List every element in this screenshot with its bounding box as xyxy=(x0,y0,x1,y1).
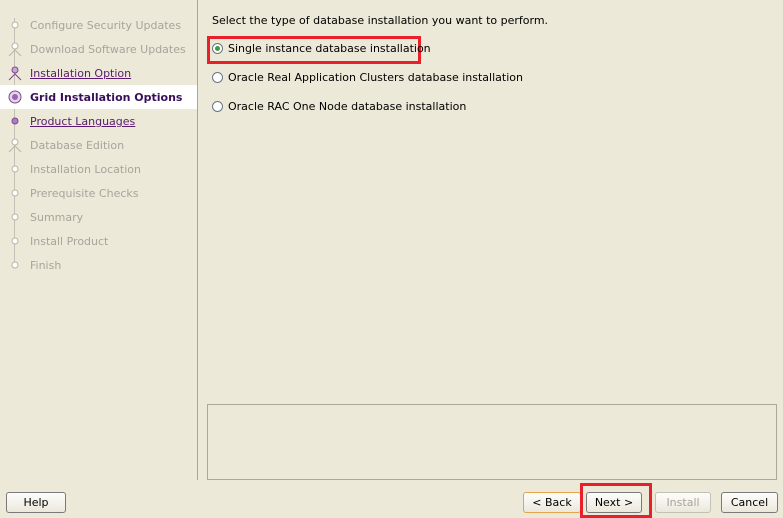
step-label: Configure Security Updates xyxy=(30,19,182,32)
option-label[interactable]: Oracle RAC One Node database installatio… xyxy=(228,100,466,113)
cancel-button[interactable]: Cancel xyxy=(721,492,778,513)
step-person-icon xyxy=(8,42,22,57)
step-installation-option[interactable]: Installation Option xyxy=(0,61,197,85)
radio-button[interactable] xyxy=(212,72,223,83)
radio-button[interactable] xyxy=(212,101,223,112)
help-button[interactable]: Help xyxy=(6,492,66,513)
step-label[interactable]: Installation Option xyxy=(30,67,131,80)
step-summary: Summary xyxy=(0,205,197,229)
option-label[interactable]: Single instance database installation xyxy=(228,42,431,55)
option-single-instance[interactable]: Single instance database installation xyxy=(212,41,431,59)
step-label: Prerequisite Checks xyxy=(30,187,139,200)
step-dot-icon xyxy=(11,213,19,221)
step-database-edition: Database Edition xyxy=(0,133,197,157)
step-grid-installation-options: Grid Installation Options xyxy=(0,85,197,109)
step-label: Grid Installation Options xyxy=(30,91,183,104)
back-button[interactable]: < Back xyxy=(523,492,581,513)
step-prerequisite-checks: Prerequisite Checks xyxy=(0,181,197,205)
next-button[interactable]: Next > xyxy=(586,492,642,513)
step-label: Finish xyxy=(30,259,62,272)
step-configure-security-updates: Configure Security Updates xyxy=(0,13,197,37)
option-rac[interactable]: Oracle Real Application Clusters databas… xyxy=(212,70,523,88)
install-button: Install xyxy=(655,492,711,513)
step-dot-icon xyxy=(11,261,19,269)
step-dot-icon xyxy=(11,21,19,29)
step-dot-icon xyxy=(11,189,19,197)
step-install-product: Install Product xyxy=(0,229,197,253)
step-download-software-updates: Download Software Updates xyxy=(0,37,197,61)
step-label: Database Edition xyxy=(30,139,125,152)
step-navigator: Configure Security Updates Download Soft… xyxy=(0,0,198,480)
step-label: Install Product xyxy=(30,235,109,248)
option-rac-one-node[interactable]: Oracle RAC One Node database installatio… xyxy=(212,99,466,117)
instruction-text: Select the type of database installation… xyxy=(212,14,549,27)
radio-button[interactable] xyxy=(212,43,223,54)
message-pane xyxy=(207,404,777,480)
step-product-languages[interactable]: Product Languages xyxy=(0,109,197,133)
step-label: Installation Location xyxy=(30,163,141,176)
step-dot-icon xyxy=(11,165,19,173)
step-installation-location: Installation Location xyxy=(0,157,197,181)
step-label: Download Software Updates xyxy=(30,43,186,56)
option-label[interactable]: Oracle Real Application Clusters databas… xyxy=(228,71,523,84)
step-label[interactable]: Product Languages xyxy=(30,115,135,128)
step-label: Summary xyxy=(30,211,84,224)
step-current-icon xyxy=(8,90,22,104)
step-dot-icon xyxy=(11,117,19,125)
step-dot-icon xyxy=(11,237,19,245)
step-person-icon xyxy=(8,66,22,81)
step-person-icon xyxy=(8,138,22,153)
step-finish: Finish xyxy=(0,253,197,277)
